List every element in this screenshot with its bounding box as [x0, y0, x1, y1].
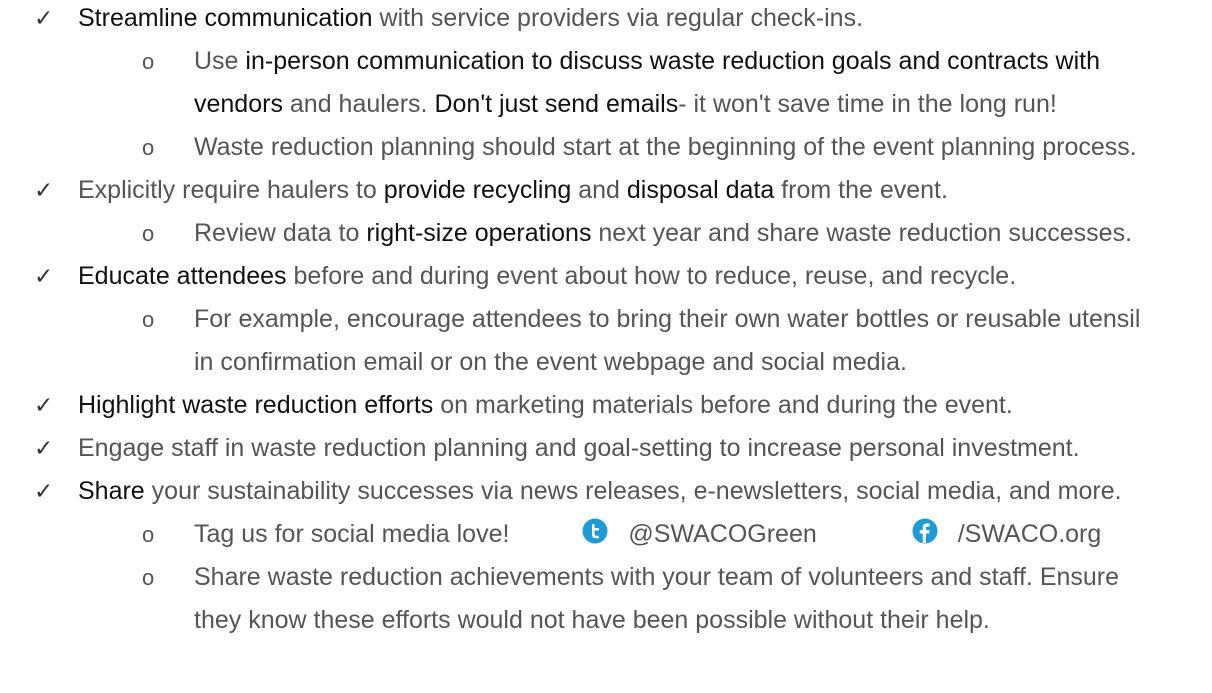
text: your sustainability successes via news r… [144, 477, 1122, 505]
sub-list-item: o Tag us for social media love! @SWACOGre… [142, 517, 1101, 551]
bullet-icon: o [142, 522, 155, 547]
list-item: ✓ Share your sustainability successes via… [34, 474, 1122, 508]
twitter-handle[interactable]: @SWACOGreen [628, 520, 816, 548]
bullet-icon: o [142, 221, 155, 246]
bold-text: provide recycling [383, 176, 572, 204]
sub-list-item: o Review data to right-size operations ne… [142, 216, 1132, 250]
checkmark-icon: ✓ [34, 392, 54, 418]
list-item: ✓ Explicitly require haulers to provide r… [34, 173, 948, 207]
sub-list-item: o Waste reduction planning should start a… [142, 130, 1137, 164]
bullet-icon: o [142, 307, 155, 332]
bold-text: Educate attendees [78, 262, 287, 290]
twitter-icon [582, 518, 608, 553]
bold-text: disposal data [626, 176, 775, 204]
text: with service providers via regular check… [372, 4, 864, 32]
bullet-icon: o [142, 565, 155, 590]
bullet-icon: o [142, 135, 155, 160]
text: Share waste reduction achievements with … [194, 563, 1120, 591]
sub-list-item: o Share waste reduction achievements with… [142, 560, 1119, 594]
checkmark-icon: ✓ [34, 435, 54, 461]
text: and haulers. [282, 90, 435, 118]
bold-text: Streamline communication [78, 4, 373, 32]
text: Waste reduction planning should start at… [194, 133, 1137, 161]
bullet-icon: o [142, 49, 155, 74]
text: Engage staff in waste reduction planning… [78, 434, 1080, 462]
sub-list-item: o Use in-person communication to discuss … [142, 44, 1100, 78]
text: Review data to [194, 219, 367, 247]
text: on marketing materials before and during… [433, 391, 1013, 419]
text: Explicitly require haulers to [78, 176, 384, 204]
text: from the event. [774, 176, 948, 204]
bold-text: Don't just send emails [434, 90, 679, 118]
list-item: ✓ Highlight waste reduction efforts on ma… [34, 388, 1013, 422]
facebook-icon [912, 518, 938, 553]
checkmark-icon: ✓ [34, 263, 54, 289]
text: before and during event about how to red… [286, 262, 1017, 290]
checkmark-icon: ✓ [34, 177, 54, 203]
sub-list-item-continuation: vendors and haulers. Don't just send ema… [194, 87, 1057, 121]
bold-text: right-size operations [366, 219, 592, 247]
text: Tag us for social media love! [194, 520, 510, 548]
text: they know these efforts would not have b… [194, 606, 990, 634]
list-item: ✓ Educate attendees before and during eve… [34, 259, 1016, 293]
list-item: ✓ Engage staff in waste reduction plannin… [34, 431, 1080, 465]
checkmark-icon: ✓ [34, 478, 54, 504]
bold-text: vendors [194, 90, 283, 118]
bold-text: Highlight waste reduction efforts [78, 391, 434, 419]
bold-text: in-person communication to discuss waste… [245, 47, 1100, 75]
text: - it won't save time in the long run! [678, 90, 1057, 118]
text: next year and share waste reduction succ… [591, 219, 1133, 247]
text: Use [194, 47, 246, 75]
bold-text: Share [78, 477, 145, 505]
sub-list-item-continuation: in confirmation email or on the event we… [194, 345, 907, 379]
document-page: ✓ Streamline communication with service p… [0, 0, 1212, 693]
sub-list-item: o For example, encourage attendees to bri… [142, 302, 1140, 336]
text: For example, encourage attendees to brin… [194, 305, 1141, 333]
list-item: ✓ Streamline communication with service p… [34, 1, 863, 35]
sub-list-item-continuation: they know these efforts would not have b… [194, 603, 990, 637]
text: in confirmation email or on the event we… [194, 348, 907, 376]
facebook-handle[interactable]: /SWACO.org [958, 520, 1102, 548]
checkmark-icon: ✓ [34, 5, 54, 31]
text: and [571, 176, 627, 204]
